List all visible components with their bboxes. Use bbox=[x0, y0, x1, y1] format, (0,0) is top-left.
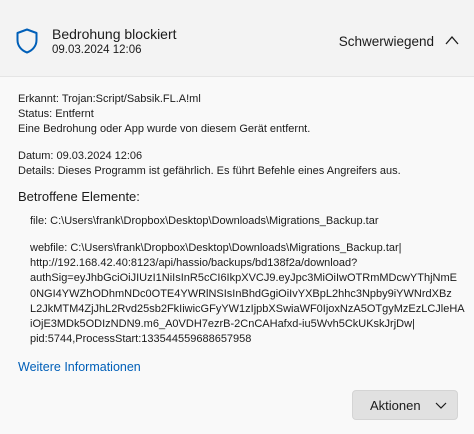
threat-card: Bedrohung blockiert 09.03.2024 12:06 Sch… bbox=[0, 0, 474, 434]
file-path: file: C:\Users\frank\Dropbox\Desktop\Dow… bbox=[30, 215, 379, 227]
threat-title: Bedrohung blockiert bbox=[52, 26, 177, 42]
chevron-up-icon[interactable] bbox=[444, 34, 460, 46]
more-info-link[interactable]: Weitere Informationen bbox=[18, 360, 141, 374]
threat-timestamp: 09.03.2024 12:06 bbox=[52, 44, 142, 56]
shield-icon bbox=[16, 28, 38, 54]
webfile-line: 0NGI4YWZhODhmNDc0OTE4YWRlNSIsInBhdGgiOiI… bbox=[30, 288, 452, 300]
webfile-line: webfile: C:\Users\frank\Dropbox\Desktop\… bbox=[30, 242, 402, 254]
webfile-line: authSig=eyJhbGciOiJIUzI1NiIsInR5cCI6IkpX… bbox=[30, 272, 457, 284]
chevron-down-icon bbox=[435, 402, 447, 409]
webfile-line: http://192.168.42.40:8123/api/hassio/bac… bbox=[30, 257, 358, 269]
actions-label: Aktionen bbox=[370, 398, 421, 413]
details-line: Details: Dieses Programm ist gefährlich.… bbox=[18, 165, 401, 177]
webfile-line: pid:5744,ProcessStart:133544559688657958 bbox=[30, 333, 252, 345]
threat-header[interactable]: Bedrohung blockiert 09.03.2024 12:06 Sch… bbox=[0, 0, 474, 76]
webfile-line: L2JkMTM4ZjJhL2Rvd25sb2FkIiwicGFyYW1zIjpb… bbox=[30, 303, 465, 315]
webfile-line: iOjE3MDk5ODIzNDN9.m6_A0VDH7ezrB-2CnCAHaf… bbox=[30, 318, 415, 330]
severity-label: Schwerwiegend bbox=[338, 34, 434, 49]
detected-line: Erkannt: Trojan:Script/Sabsik.FL.A!ml bbox=[18, 93, 201, 105]
threat-details: Erkannt: Trojan:Script/Sabsik.FL.A!ml St… bbox=[0, 77, 474, 434]
actions-button[interactable]: Aktionen bbox=[352, 390, 458, 420]
status-line: Status: Entfernt bbox=[18, 108, 94, 120]
affected-items-title: Betroffene Elemente: bbox=[18, 189, 140, 204]
date-line: Datum: 09.03.2024 12:06 bbox=[18, 150, 143, 162]
status-message: Eine Bedrohung oder App wurde von diesem… bbox=[18, 123, 311, 135]
